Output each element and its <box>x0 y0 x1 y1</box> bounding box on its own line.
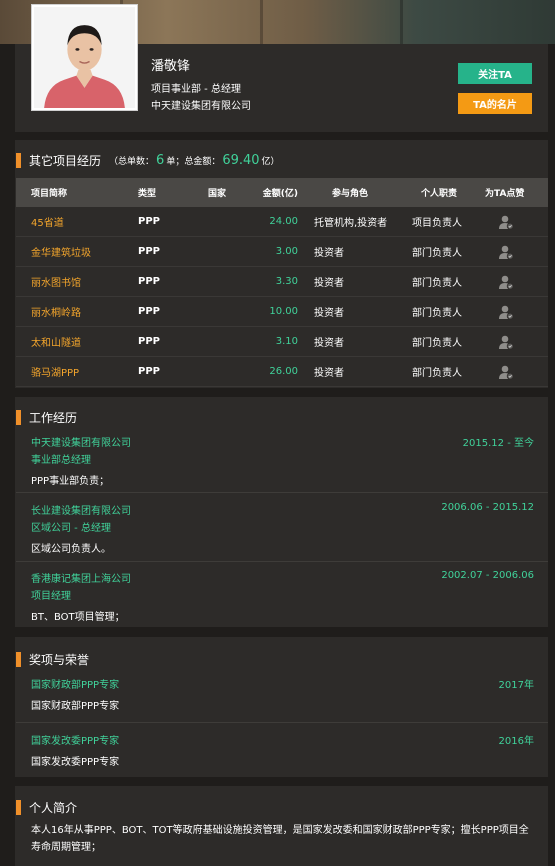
project-name[interactable]: 太和山隧道 <box>31 327 81 356</box>
section-title: 其它项目经历 <box>29 154 102 168</box>
like-user-icon[interactable] <box>498 267 514 296</box>
project-amount: 24.00 <box>269 216 298 227</box>
projects-heading: 其它项目经历 （总单数： 6 单；总金额： 69.40 亿） <box>16 152 280 169</box>
project-type: PPP <box>138 276 160 287</box>
like-user-icon[interactable] <box>498 207 514 236</box>
project-type: PPP <box>138 336 160 347</box>
work-company[interactable]: 长业建设集团有限公司 <box>31 502 131 517</box>
project-name[interactable]: 骆马湖PPP <box>31 357 79 386</box>
project-type: PPP <box>138 216 160 227</box>
project-role: 托管机构,投资者 <box>314 218 388 229</box>
project-name[interactable]: 金华建筑垃圾 <box>31 237 91 266</box>
project-name[interactable]: 丽水图书馆 <box>31 267 81 296</box>
work-heading: 工作经历 <box>16 409 77 426</box>
projects-summary: （总单数： 6 单；总金额： 69.40 亿） <box>109 153 280 168</box>
section-title: 奖项与荣誉 <box>29 653 90 667</box>
project-count: 6 <box>156 153 165 168</box>
avatar <box>31 4 138 111</box>
like-user-icon[interactable] <box>498 357 514 386</box>
project-duty: 部门负责人 <box>412 278 462 289</box>
work-date: 2006.06 - 2015.12 <box>441 502 534 513</box>
divider <box>16 492 548 493</box>
project-duty: 部门负责人 <box>412 368 462 379</box>
project-role: 投资者 <box>314 338 344 349</box>
project-amount: 3.10 <box>275 336 298 347</box>
col-header: 类型 <box>138 189 157 199</box>
person-photo-icon <box>34 7 135 108</box>
work-description: BT、BOT项目管理； <box>31 612 125 623</box>
col-header: 项目简称 <box>31 189 68 199</box>
project-role: 投资者 <box>314 368 344 379</box>
project-duty: 部门负责人 <box>412 248 462 259</box>
follow-button[interactable]: 关注TA <box>458 63 532 84</box>
bio-heading: 个人简介 <box>16 799 77 816</box>
project-duty: 项目负责人 <box>412 218 462 229</box>
work-date: 2015.12 - 至今 <box>462 438 534 449</box>
section-title: 个人简介 <box>29 801 78 815</box>
project-type: PPP <box>138 366 160 377</box>
work-position: 区域公司 - 总经理 <box>31 523 111 534</box>
project-role: 投资者 <box>314 278 344 289</box>
work-company[interactable]: 中天建设集团有限公司 <box>31 434 131 449</box>
section-marker <box>16 652 21 667</box>
divider <box>16 722 548 723</box>
project-type: PPP <box>138 306 160 317</box>
section-marker <box>16 800 21 815</box>
section-marker <box>16 410 21 425</box>
project-name[interactable]: 45省道 <box>31 207 64 236</box>
col-header: 参与角色 <box>332 189 369 199</box>
work-position: 事业部总经理 <box>31 455 91 466</box>
section-title: 工作经历 <box>29 411 78 425</box>
project-amount: 10.00 <box>269 306 298 317</box>
project-total: 69.40 <box>222 153 260 168</box>
col-header: 金额(亿) <box>262 189 298 199</box>
projects-table-header: 项目简称 类型 国家 金额(亿) 参与角色 个人职责 为TA点赞 <box>16 178 548 207</box>
work-description: PPP事业部负责； <box>31 476 110 487</box>
table-row: 金华建筑垃圾 PPP 3.00 投资者 部门负责人 <box>16 237 548 267</box>
bio-text: 本人16年从事PPP、BOT、TOT等政府基础设施投资管理，是国家发改委和国家财… <box>31 825 529 853</box>
work-position: 项目经理 <box>31 591 71 602</box>
project-duty: 部门负责人 <box>412 308 462 319</box>
profile-title: 项目事业部 - 总经理 <box>151 84 241 95</box>
profile-company: 中天建设集团有限公司 <box>151 101 251 112</box>
like-user-icon[interactable] <box>498 297 514 326</box>
col-header: 为TA点赞 <box>485 189 525 199</box>
award-year: 2016年 <box>498 736 534 747</box>
award-description: 国家财政部PPP专家 <box>31 701 120 712</box>
business-card-button[interactable]: TA的名片 <box>458 93 532 114</box>
project-role: 投资者 <box>314 308 344 319</box>
work-company[interactable]: 香港康记集团上海公司 <box>31 570 131 585</box>
table-row: 丽水图书馆 PPP 3.30 投资者 部门负责人 <box>16 267 548 297</box>
project-amount: 26.00 <box>269 366 298 377</box>
col-header: 个人职责 <box>421 189 458 199</box>
like-user-icon[interactable] <box>498 327 514 356</box>
profile-name: 潘敬锋 <box>151 59 191 74</box>
project-duty: 部门负责人 <box>412 338 462 349</box>
like-user-icon[interactable] <box>498 237 514 266</box>
award-year: 2017年 <box>498 680 534 691</box>
project-role: 投资者 <box>314 248 344 259</box>
section-marker <box>16 153 21 168</box>
award-description: 国家发改委PPP专家 <box>31 757 120 768</box>
project-amount: 3.30 <box>275 276 298 287</box>
table-row: 45省道 PPP 24.00 托管机构,投资者 项目负责人 <box>16 207 548 237</box>
work-date: 2002.07 - 2006.06 <box>441 570 534 581</box>
divider <box>16 561 548 562</box>
table-row: 丽水桐岭路 PPP 10.00 投资者 部门负责人 <box>16 297 548 327</box>
project-type: PPP <box>138 246 160 257</box>
awards-heading: 奖项与荣誉 <box>16 651 89 668</box>
col-header: 国家 <box>208 189 227 199</box>
award-title[interactable]: 国家财政部PPP专家 <box>31 676 119 691</box>
award-title[interactable]: 国家发改委PPP专家 <box>31 732 119 747</box>
project-amount: 3.00 <box>275 246 298 257</box>
table-row: 太和山隧道 PPP 3.10 投资者 部门负责人 <box>16 327 548 357</box>
work-description: 区域公司负责人。 <box>31 544 111 555</box>
table-row: 骆马湖PPP PPP 26.00 投资者 部门负责人 <box>16 357 548 387</box>
project-name[interactable]: 丽水桐岭路 <box>31 297 81 326</box>
